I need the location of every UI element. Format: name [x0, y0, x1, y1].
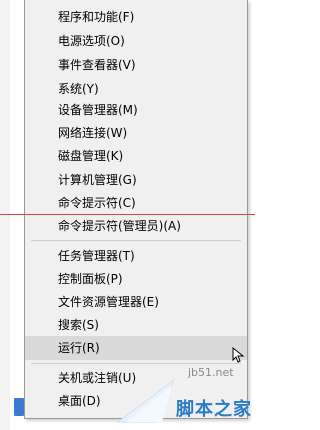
start-button-icon[interactable] — [14, 398, 24, 416]
annotation-line — [0, 214, 255, 215]
menu-item-device-manager[interactable]: 设备管理器(M) — [25, 99, 247, 121]
winx-context-menu: 程序和功能(F) 电源选项(O) 事件查看器(V) 系统(Y) 设备管理器(M)… — [24, 0, 248, 419]
menu-item-event-viewer[interactable]: 事件查看器(V) — [25, 54, 247, 76]
menu-item-command-prompt[interactable]: 命令提示符(C) — [25, 192, 247, 214]
menu-separator — [31, 240, 241, 241]
desktop-edge — [0, 0, 10, 430]
menu-item-command-prompt-admin[interactable]: 命令提示符(管理员)(A) — [25, 215, 247, 237]
menu-item-system[interactable]: 系统(Y) — [25, 78, 247, 100]
menu-item-disk-management[interactable]: 磁盘管理(K) — [25, 145, 247, 167]
menu-item-file-explorer[interactable]: 文件资源管理器(E) — [25, 291, 247, 313]
menu-item-run[interactable]: 运行(R) — [25, 336, 247, 360]
menu-item-search[interactable]: 搜索(S) — [25, 314, 247, 336]
menu-item-control-panel[interactable]: 控制面板(P) — [25, 268, 247, 290]
menu-item-computer-management[interactable]: 计算机管理(G) — [25, 169, 247, 191]
menu-separator — [31, 363, 241, 364]
watermark-site: jb51.net — [188, 366, 234, 379]
mouse-cursor-icon — [232, 347, 245, 363]
watermark-name: 脚本之家 — [176, 399, 252, 420]
menu-item-network-connections[interactable]: 网络连接(W) — [25, 122, 247, 144]
menu-item-power-options[interactable]: 电源选项(O) — [25, 30, 247, 52]
menu-item-programs-and-features[interactable]: 程序和功能(F) — [25, 6, 247, 28]
menu-item-task-manager[interactable]: 任务管理器(T) — [25, 245, 247, 267]
